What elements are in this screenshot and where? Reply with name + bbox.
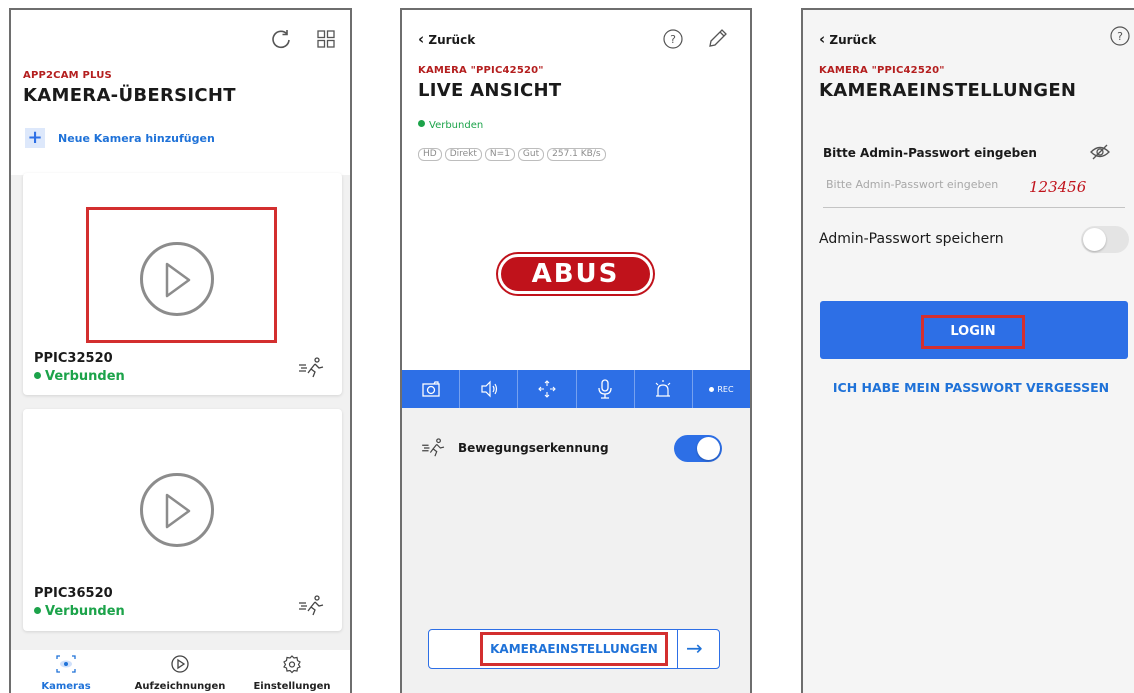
chip-quality: Gut: [517, 148, 545, 161]
password-label: Bitte Admin-Passwort eingeben: [823, 146, 1037, 160]
page-title: KAMERAEINSTELLUNGEN: [819, 80, 1077, 101]
motion-detection-icon: [422, 438, 446, 462]
record-dot: [709, 386, 715, 392]
back-label: Zurück: [428, 33, 476, 47]
chip-bitrate: 257.1 KB/s: [547, 148, 606, 161]
camera-overview-screen: APP2CAM PLUS KAMERA-ÜBERSICHT + Neue Kam…: [9, 8, 352, 693]
gear-icon: [282, 655, 302, 677]
settings-content: ‹ Zurück ? KAMERA "PPIC42520" KAMERAEINS…: [803, 10, 1134, 693]
password-input[interactable]: Bitte Admin-Passwort eingeben 123456: [823, 170, 1125, 208]
camera-settings-screen: ‹ Zurück ? KAMERA "PPIC42520" KAMERAEINS…: [801, 8, 1134, 693]
password-placeholder: Bitte Admin-Passwort eingeben: [826, 178, 999, 191]
record-label: REC: [717, 384, 734, 394]
save-password-label: Admin-Passwort speichern: [819, 231, 1004, 247]
highlight-box: [86, 207, 277, 343]
chip-connection: Direkt: [444, 148, 482, 161]
chip-resolution: HD: [418, 148, 442, 161]
back-button[interactable]: ‹ Zurück: [418, 30, 475, 48]
status-dot: [34, 607, 41, 614]
save-password-toggle[interactable]: [1081, 226, 1129, 253]
overview-header: APP2CAM PLUS KAMERA-ÜBERSICHT + Neue Kam…: [11, 10, 350, 175]
grid-view-icon[interactable]: [316, 29, 336, 53]
record-icon[interactable]: REC: [693, 370, 750, 408]
toggle-knob: [697, 437, 720, 460]
app-brand: APP2CAM PLUS: [23, 70, 112, 81]
page-title: KAMERA-ÜBERSICHT: [23, 85, 236, 106]
camera-label: KAMERA "PPIC42520": [819, 65, 945, 76]
page-title: LIVE ANSICHT: [418, 80, 562, 101]
add-camera-label: Neue Kamera hinzufügen: [58, 131, 215, 145]
motion-detection-icon: [299, 595, 325, 621]
live-view-header: ‹ Zurück ? KAMERA "PPIC42520" LIVE ANSIC…: [402, 10, 750, 170]
tab-label: Einstellungen: [253, 681, 331, 692]
tab-label: Kameras: [41, 681, 91, 692]
speaker-icon[interactable]: [460, 370, 519, 408]
motion-detection-icon: [299, 357, 325, 383]
hidden-eye-icon[interactable]: [1089, 141, 1111, 167]
microphone-icon[interactable]: [577, 370, 635, 408]
camera-name: PPIC36520: [34, 586, 113, 601]
plus-icon: +: [25, 128, 45, 148]
chevron-left-icon: ‹: [418, 30, 425, 48]
stream-info-chips: HD Direkt N=1 Gut 257.1 KB/s: [418, 141, 609, 161]
tab-label: Aufzeichnungen: [134, 681, 226, 692]
camera-label: KAMERA "PPIC42520": [418, 65, 544, 76]
play-circle-icon: [170, 655, 190, 677]
live-view-screen: ‹ Zurück ? KAMERA "PPIC42520" LIVE ANSIC…: [400, 8, 752, 693]
camera-settings-button[interactable]: KAMERAEINSTELLUNGEN →: [428, 629, 720, 669]
status-dot: [418, 120, 425, 127]
password-hint: 123456: [1029, 178, 1087, 196]
alarm-siren-icon[interactable]: [635, 370, 693, 408]
camera-status: Verbunden: [34, 604, 125, 619]
camera-card[interactable]: PPIC32520 Verbunden: [23, 173, 342, 395]
motion-detection-label: Bewegungserkennung: [458, 441, 609, 455]
motion-detection-toggle[interactable]: [674, 435, 722, 462]
status-label: Verbunden: [429, 120, 484, 131]
status-label: Verbunden: [45, 604, 125, 619]
camera-status: Verbunden: [34, 369, 125, 384]
connection-status: Verbunden: [418, 120, 483, 131]
edit-pencil-icon[interactable]: [706, 26, 730, 54]
status-label: Verbunden: [45, 369, 125, 384]
status-dot: [34, 372, 41, 379]
login-label: LOGIN: [950, 324, 996, 339]
tab-aufzeichnungen[interactable]: Aufzeichnungen: [125, 654, 235, 692]
back-button[interactable]: ‹ Zurück: [819, 30, 876, 48]
camera-eye-icon: [55, 655, 77, 677]
svg-text:?: ?: [670, 33, 676, 46]
chip-users: N=1: [484, 148, 515, 161]
ptz-move-icon[interactable]: [518, 370, 577, 408]
help-icon[interactable]: ?: [1109, 25, 1131, 51]
svg-text:?: ?: [1117, 30, 1123, 43]
play-icon[interactable]: [140, 473, 214, 547]
forgot-password-link[interactable]: ICH HABE MEIN PASSWORT VERGESSEN: [803, 380, 1134, 395]
chevron-left-icon: ‹: [819, 30, 826, 48]
help-icon[interactable]: ?: [662, 28, 684, 54]
refresh-icon[interactable]: [270, 28, 292, 54]
toggle-knob: [1083, 228, 1106, 251]
add-camera-button[interactable]: + Neue Kamera hinzufügen: [25, 128, 215, 148]
live-toolbar: REC: [402, 370, 750, 408]
camera-card[interactable]: PPIC36520 Verbunden: [23, 409, 342, 631]
tab-kameras[interactable]: Kameras: [11, 654, 121, 692]
back-label: Zurück: [829, 33, 877, 47]
button-divider: [677, 630, 678, 668]
live-video-view[interactable]: ABUS: [402, 170, 750, 370]
abus-logo: ABUS: [498, 254, 653, 294]
tab-einstellungen[interactable]: Einstellungen: [237, 654, 347, 692]
snapshot-icon[interactable]: [402, 370, 461, 408]
camera-name: PPIC32520: [34, 351, 113, 366]
camera-settings-label: KAMERAEINSTELLUNGEN: [490, 642, 658, 656]
login-button[interactable]: LOGIN: [820, 301, 1128, 359]
arrow-right-icon: →: [686, 636, 703, 660]
tab-bar: Kameras Aufzeichnungen Einstellungen: [11, 650, 350, 693]
